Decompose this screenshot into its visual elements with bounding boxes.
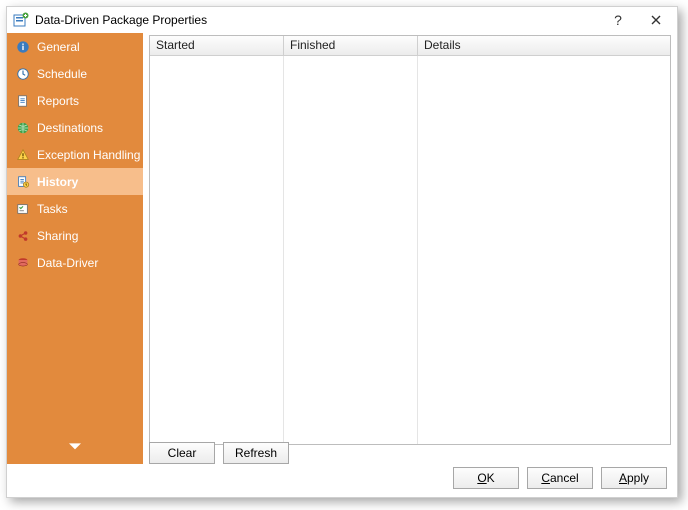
apply-button[interactable]: Apply <box>601 467 667 489</box>
sidebar-item-label: Exception Handling <box>37 148 140 162</box>
dialog-title: Data-Driven Package Properties <box>35 13 207 27</box>
sidebar-item-label: Destinations <box>37 121 103 135</box>
sidebar-item-general[interactable]: General <box>7 33 143 60</box>
driver-icon <box>15 255 31 271</box>
sidebar-item-label: History <box>37 175 78 189</box>
table-body <box>150 56 670 444</box>
sidebar-item-label: Sharing <box>37 229 78 243</box>
dialog-footer: OK Cancel Apply <box>7 464 677 497</box>
history-table: Started Finished Details <box>149 35 671 445</box>
close-button[interactable] <box>637 7 675 33</box>
share-icon <box>15 228 31 244</box>
titlebar: Data-Driven Package Properties ? <box>7 7 677 33</box>
column-header-finished[interactable]: Finished <box>284 36 418 56</box>
warning-icon <box>15 147 31 163</box>
sidebar-item-schedule[interactable]: Schedule <box>7 60 143 87</box>
column-header-details[interactable]: Details <box>418 36 670 56</box>
table-header: Started Finished Details <box>150 36 670 56</box>
cancel-button[interactable]: Cancel <box>527 467 593 489</box>
sidebar: General Schedule Reports Destinations <box>7 33 143 464</box>
column-header-started[interactable]: Started <box>150 36 284 56</box>
sidebar-item-destinations[interactable]: Destinations <box>7 114 143 141</box>
sidebar-item-history[interactable]: History <box>7 168 143 195</box>
sidebar-item-label: Data-Driver <box>37 256 98 270</box>
globe-icon <box>15 120 31 136</box>
sidebar-item-tasks[interactable]: Tasks <box>7 195 143 222</box>
chevron-down-icon[interactable] <box>69 443 81 454</box>
ok-button[interactable]: OK <box>453 467 519 489</box>
app-icon <box>13 12 29 28</box>
grid-actions: Clear Refresh <box>143 438 677 464</box>
sidebar-item-sharing[interactable]: Sharing <box>7 222 143 249</box>
sidebar-item-label: Tasks <box>37 202 68 216</box>
help-button[interactable]: ? <box>599 7 637 33</box>
sidebar-item-label: General <box>37 40 80 54</box>
sidebar-item-label: Reports <box>37 94 79 108</box>
main-panel: Started Finished Details Clear Refresh <box>143 33 677 464</box>
sidebar-item-reports[interactable]: Reports <box>7 87 143 114</box>
sidebar-item-data-driver[interactable]: Data-Driver <box>7 249 143 276</box>
history-icon <box>15 174 31 190</box>
info-icon <box>15 39 31 55</box>
sidebar-item-label: Schedule <box>37 67 87 81</box>
clock-icon <box>15 66 31 82</box>
clear-button[interactable]: Clear <box>149 442 215 464</box>
sidebar-item-exception-handling[interactable]: Exception Handling <box>7 141 143 168</box>
tasks-icon <box>15 201 31 217</box>
refresh-button[interactable]: Refresh <box>223 442 289 464</box>
report-icon <box>15 93 31 109</box>
dialog: Data-Driven Package Properties ? General… <box>6 6 678 498</box>
